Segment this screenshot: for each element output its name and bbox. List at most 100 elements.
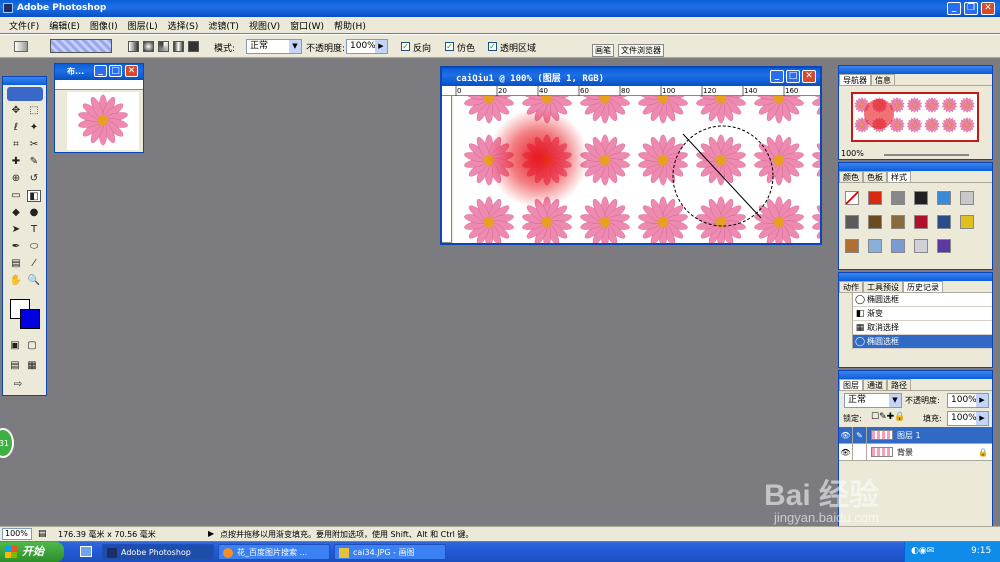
style-swatch[interactable] <box>937 239 951 253</box>
main-document-window[interactable]: caiQiu1 @ 100% (图层 1, RGB) _ □ ✕ 0 20 40 60… <box>440 66 822 245</box>
small-document-window[interactable]: 布... _ □ ✕ <box>54 63 144 153</box>
tab-brushes[interactable]: 画笔 <box>592 44 614 57</box>
history-checkbox[interactable] <box>839 292 853 307</box>
stamp-icon[interactable]: ⊕ <box>9 173 23 185</box>
main-doc-maximize-button[interactable]: □ <box>786 70 800 83</box>
slice-icon[interactable]: ✂ <box>27 139 41 151</box>
move-icon[interactable]: ✥ <box>9 105 23 117</box>
style-swatch[interactable] <box>845 215 859 229</box>
tab-color[interactable]: 颜色 <box>839 171 863 182</box>
small-doc-minimize-button[interactable]: _ <box>94 65 107 77</box>
healing-icon[interactable]: ✚ <box>9 156 23 168</box>
play-arrow-icon[interactable]: ▶ <box>208 529 214 538</box>
style-swatch[interactable] <box>937 191 951 205</box>
style-swatch[interactable] <box>868 239 882 253</box>
menu-file[interactable]: 文件(F) <box>4 17 44 33</box>
screen-mode-icon[interactable]: ▤ <box>8 360 22 372</box>
tab-navigator[interactable]: 导航器 <box>839 74 871 85</box>
menu-layer[interactable]: 图层(L) <box>123 17 163 33</box>
tray-icons[interactable]: ◐◉✉ <box>911 546 934 556</box>
style-swatch[interactable] <box>868 215 882 229</box>
reflected-gradient-icon[interactable] <box>173 41 184 52</box>
small-doc-maximize-button[interactable]: □ <box>109 65 122 77</box>
menu-help[interactable]: 帮助(H) <box>329 17 371 33</box>
gradient-tool-preset-icon[interactable] <box>14 41 28 52</box>
gradient-picker[interactable] <box>50 39 112 53</box>
layer-row[interactable]: 👁 背景 🔒 <box>839 443 992 461</box>
dodge-icon[interactable]: ● <box>27 207 41 219</box>
history-item[interactable]: ◧ 渐变 <box>839 306 992 321</box>
eyedropper-icon[interactable]: ⁄ <box>27 258 41 270</box>
notes-icon[interactable]: ▤ <box>9 258 23 270</box>
tab-tool-presets[interactable]: 工具预设 <box>863 281 903 292</box>
tab-paths[interactable]: 路径 <box>887 379 911 390</box>
minimize-button[interactable]: _ <box>947 2 961 15</box>
lock-icon[interactable]: ☐✎✚🔒 <box>871 412 905 422</box>
mode-select[interactable]: 正常 ▼ <box>246 39 302 54</box>
taskbar-paint[interactable]: cai34.JPG - 画图 <box>334 544 446 560</box>
tab-layers[interactable]: 图层 <box>839 379 863 390</box>
tab-history[interactable]: 历史记录 <box>903 281 943 292</box>
diamond-gradient-icon[interactable] <box>188 41 199 52</box>
style-swatch[interactable] <box>914 239 928 253</box>
fill-field[interactable]: 100% ▶ <box>947 411 989 426</box>
tab-swatches[interactable]: 色板 <box>863 171 887 182</box>
radial-gradient-icon[interactable] <box>143 41 154 52</box>
layer-row-active[interactable]: 👁 ✎ 图层 1 <box>839 426 992 444</box>
background-color-swatch[interactable] <box>20 309 40 329</box>
navigator-preview[interactable] <box>851 92 979 142</box>
menu-filter[interactable]: 滤镜(T) <box>203 17 244 33</box>
blur-icon[interactable]: ◆ <box>9 207 23 219</box>
transparency-checkbox[interactable]: ✓ <box>488 42 497 51</box>
history-checkbox[interactable] <box>839 306 853 321</box>
history-item[interactable]: ◯ 椭圆选框 <box>839 292 992 307</box>
style-swatch[interactable] <box>891 191 905 205</box>
quick-mask-icon[interactable]: ▣ <box>8 340 22 352</box>
style-swatch[interactable] <box>845 239 859 253</box>
dither-checkbox[interactable]: ✓ <box>445 42 454 51</box>
layer-opacity-field[interactable]: 100% ▶ <box>947 393 989 408</box>
pen-icon[interactable]: ✒ <box>9 241 23 253</box>
menu-image[interactable]: 图像(I) <box>85 17 123 33</box>
taskbar-photoshop[interactable]: Adobe Photoshop <box>102 544 214 560</box>
reverse-checkbox[interactable]: ✓ <box>401 42 410 51</box>
lasso-icon[interactable]: ℓ <box>9 122 23 134</box>
gradient-icon[interactable]: ◧ <box>27 190 41 202</box>
style-swatch[interactable] <box>937 215 951 229</box>
menu-window[interactable]: 窗口(W) <box>285 17 329 33</box>
style-swatch[interactable] <box>914 191 928 205</box>
style-swatch[interactable] <box>914 215 928 229</box>
history-item-active[interactable]: ◯ 椭圆选框 <box>839 334 992 349</box>
eraser-icon[interactable]: ▭ <box>9 190 23 202</box>
start-button[interactable]: 开始 <box>0 542 64 562</box>
eye-icon[interactable]: 👁 <box>839 426 853 444</box>
angle-gradient-icon[interactable] <box>158 41 169 52</box>
taskbar-browser[interactable]: 花_百度图片搜索 ... <box>218 544 330 560</box>
jump-to-imageready-icon[interactable]: ⇨ <box>11 379 25 391</box>
tab-file-browser[interactable]: 文件浏览器 <box>618 44 664 57</box>
history-checkbox[interactable] <box>839 334 853 349</box>
style-swatch[interactable] <box>891 239 905 253</box>
zoom-icon[interactable]: 🔍 <box>27 275 41 287</box>
path-select-icon[interactable]: ➤ <box>9 224 23 236</box>
small-doc-close-button[interactable]: ✕ <box>125 65 138 77</box>
style-swatch[interactable] <box>960 191 974 205</box>
fullscreen-mode-icon[interactable]: ▦ <box>25 360 39 372</box>
brush-icon[interactable]: ✎ <box>27 156 41 168</box>
restore-button[interactable]: ❐ <box>964 2 978 15</box>
eye-icon[interactable]: 👁 <box>839 443 853 461</box>
style-swatch[interactable] <box>868 191 882 205</box>
style-swatch[interactable] <box>845 191 859 205</box>
history-item[interactable]: ▦ 取消选择 <box>839 320 992 335</box>
menu-view[interactable]: 视图(V) <box>244 17 285 33</box>
small-doc-canvas[interactable] <box>67 92 139 150</box>
layer-blend-select[interactable]: 正常 ▼ <box>844 393 902 408</box>
type-icon[interactable]: T <box>27 224 41 236</box>
tab-info[interactable]: 信息 <box>871 74 895 85</box>
standard-mode-icon[interactable]: ▢ <box>25 340 39 352</box>
history-checkbox[interactable] <box>839 320 853 335</box>
marquee-icon[interactable]: ⬚ <box>27 105 41 117</box>
tab-channels[interactable]: 通道 <box>863 379 887 390</box>
crop-icon[interactable]: ⌗ <box>9 139 23 151</box>
main-doc-close-button[interactable]: ✕ <box>802 70 816 83</box>
